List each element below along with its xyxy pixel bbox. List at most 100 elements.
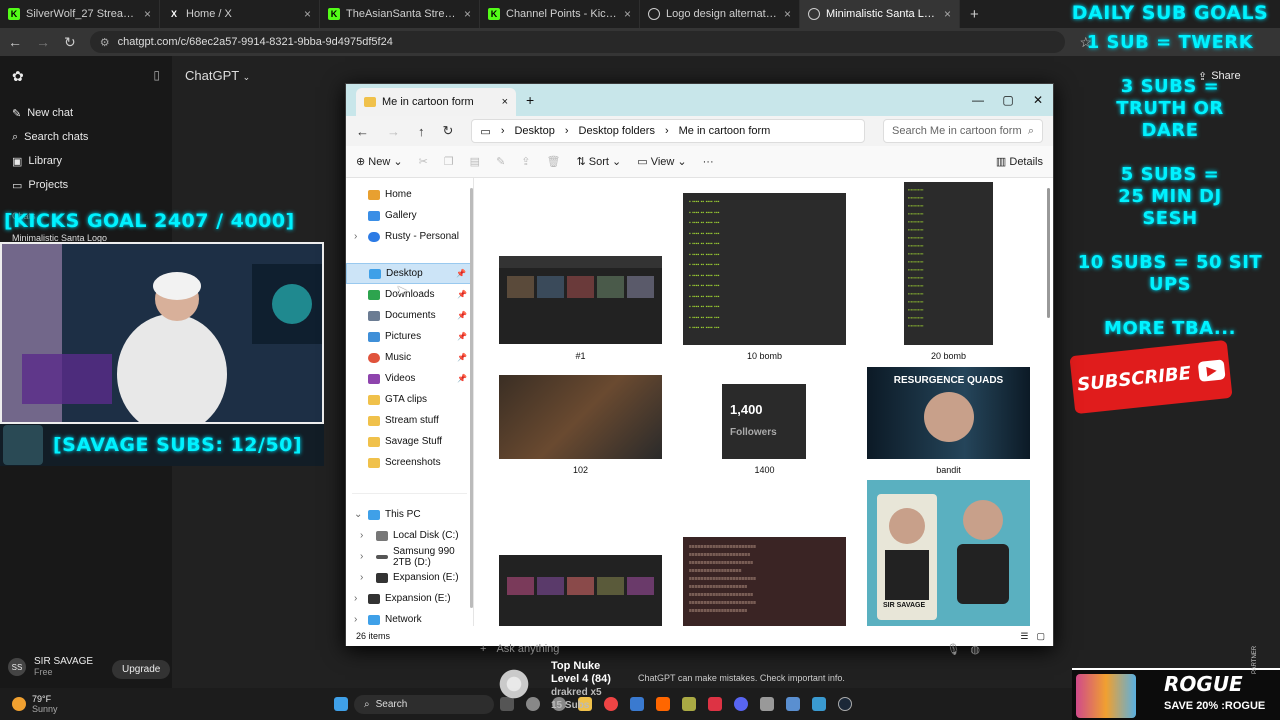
taskbar-search[interactable]: ⌕ Search (354, 694, 494, 714)
pin-icon[interactable]: 📌 (457, 311, 467, 320)
file-thumbnail[interactable]: ▪▪▪▪▪▪▪▪▪▪▪ ▪▪▪▪▪▪▪▪▪▪▪ ▪▪▪▪▪▪▪▪▪▪▪ ▪▪▪▪▪▪▪… (904, 182, 993, 345)
maximize-icon[interactable]: ▢ (993, 93, 1023, 107)
voice-mode-icon[interactable]: ◍ (970, 643, 980, 656)
plus-icon[interactable]: + (480, 643, 486, 655)
nav-item-drive[interactable]: › Local Disk (C:) (346, 525, 473, 546)
pin-icon[interactable]: 📌 (457, 353, 467, 362)
steam-icon[interactable] (838, 697, 852, 711)
nav-item-downloads[interactable]: Downloads 📌 (346, 284, 473, 305)
list-view-icon[interactable]: ☰ (1020, 631, 1028, 642)
browser-tab[interactable]: KSilverWolf_27 Stream - Watch L× (0, 0, 160, 28)
app-icon[interactable] (630, 697, 644, 711)
chevron-right-icon[interactable]: › (354, 231, 357, 242)
app-icon[interactable] (708, 697, 722, 711)
breadcrumb-item[interactable]: Me in cartoon form (679, 125, 771, 137)
rename-icon[interactable]: ✎ (496, 155, 505, 168)
details-button[interactable]: ▥ Details (996, 155, 1043, 168)
pin-icon[interactable]: 📌 (457, 332, 467, 341)
openai-logo-icon[interactable]: ✿ (12, 68, 24, 85)
app-icon[interactable] (760, 697, 774, 711)
file-thumbnail[interactable]: SIR SAVAGE (867, 480, 1030, 626)
view-button[interactable]: ▭ View ⌄ (637, 155, 686, 168)
file-thumbnail[interactable]: RESURGENCE QUADS (867, 367, 1030, 459)
nav-item-drive[interactable]: › Expansion (E:) (346, 567, 473, 588)
file-thumbnail[interactable]: 1,400 Followers (722, 384, 806, 459)
app-icon[interactable] (812, 697, 826, 711)
nav-item-desktop[interactable]: Desktop 📌 (346, 263, 473, 284)
nav-pane-scrollbar[interactable] (470, 188, 473, 608)
pin-icon[interactable]: 📌 (456, 269, 466, 278)
refresh-icon[interactable]: ↻ (443, 123, 454, 139)
upgrade-button[interactable]: Upgrade (112, 660, 171, 679)
nav-item-folder[interactable]: Savage Stuff (346, 431, 473, 452)
file-thumbnail[interactable] (499, 555, 662, 626)
nav-item-gallery[interactable]: Gallery (346, 205, 473, 226)
nav-item-drive[interactable]: › Expansion (E:) (346, 588, 473, 609)
copy-icon[interactable]: ❐ (444, 155, 454, 168)
paste-icon[interactable]: ▤ (470, 155, 480, 168)
user-profile[interactable]: SS SIR SAVAGE Free (8, 656, 93, 678)
chevron-right-icon[interactable]: › (360, 572, 363, 583)
app-icon[interactable] (786, 697, 800, 711)
close-tab-icon[interactable]: × (944, 7, 951, 21)
nav-item-onedrive[interactable]: › Rusty - Personal (346, 226, 473, 247)
close-tab-icon[interactable]: × (304, 7, 311, 21)
nav-item-home[interactable]: Home (346, 184, 473, 205)
model-selector[interactable]: ChatGPT ⌄ (185, 68, 250, 83)
sort-button[interactable]: ⇅ Sort ⌄ (576, 155, 621, 168)
up-icon[interactable]: ↑ (418, 124, 425, 139)
search-input[interactable]: Search Me in cartoon form ⌕ (883, 119, 1043, 143)
browser-tab[interactable]: Logo design alternatives × (640, 0, 800, 28)
nav-item-folder[interactable]: Stream stuff (346, 410, 473, 431)
nav-item-music[interactable]: Music 📌 (346, 347, 473, 368)
file-thumbnail[interactable] (499, 375, 662, 459)
weather-widget[interactable]: 79°F Sunny (12, 694, 312, 714)
close-tab-icon[interactable]: × (464, 7, 471, 21)
search-chats-button[interactable]: ⌕ Search chats (0, 125, 172, 149)
soundcloud-icon[interactable] (656, 697, 670, 711)
pin-icon[interactable]: 📌 (457, 290, 467, 299)
content-scrollbar[interactable] (1047, 188, 1050, 318)
app-icon[interactable] (682, 697, 696, 711)
chevron-right-icon[interactable]: › (360, 551, 363, 562)
url-field[interactable]: ⚙ chatgpt.com/c/68ec2a57-9914-8321-9bba-… (89, 31, 1066, 53)
new-button[interactable]: ⊕ New ⌄ (356, 155, 403, 168)
close-window-icon[interactable]: ✕ (1023, 93, 1053, 107)
chevron-down-icon[interactable]: ⌄ (354, 509, 362, 520)
browser-tab[interactable]: KChannel Points - Kick Dashboar× (480, 0, 640, 28)
more-options-icon[interactable]: ··· (703, 156, 714, 168)
projects-button[interactable]: ▭ Projects (0, 173, 172, 197)
nav-item-videos[interactable]: Videos 📌 (346, 368, 473, 389)
forward-icon[interactable]: → (387, 124, 400, 139)
file-thumbnail[interactable] (499, 256, 662, 344)
forward-icon[interactable]: → (36, 34, 50, 50)
tile-view-icon[interactable]: ▢ (1036, 631, 1045, 642)
nav-item-this-pc[interactable]: ⌄ This PC (346, 504, 473, 525)
reload-icon[interactable]: ↻ (64, 34, 76, 51)
windows-start-icon[interactable] (334, 697, 348, 711)
minimize-icon[interactable]: — (963, 93, 993, 107)
library-button[interactable]: ▣ Library (0, 149, 172, 173)
breadcrumb[interactable]: ▭ › Desktop › Desktop folders › Me in carto… (471, 119, 865, 143)
new-tab-button[interactable]: + (960, 6, 989, 23)
browser-tab-active[interactable]: Minimalistic Santa Logo × (800, 0, 960, 28)
close-tab-icon[interactable]: × (502, 96, 508, 108)
nav-item-folder[interactable]: GTA clips (346, 389, 473, 410)
nav-item-pictures[interactable]: Pictures 📌 (346, 326, 473, 347)
new-tab-button[interactable]: + (526, 92, 534, 108)
browser-tab[interactable]: KTheAsianSanta Stream - Watch× (320, 0, 480, 28)
pin-icon[interactable]: 📌 (457, 374, 467, 383)
chevron-right-icon[interactable]: › (354, 593, 357, 604)
toggle-sidebar-icon[interactable]: ▯ (153, 68, 160, 85)
back-icon[interactable]: ← (356, 124, 369, 139)
close-tab-icon[interactable]: × (624, 7, 631, 21)
close-tab-icon[interactable]: × (784, 7, 791, 21)
chevron-right-icon[interactable]: › (354, 614, 357, 625)
discord-icon[interactable] (734, 697, 748, 711)
file-thumbnail[interactable]: ▪ ▪▪▪▪ ▪▪ ▪▪▪▪ ▪▪▪ ▪ ▪▪▪▪ ▪▪ ▪▪▪▪ ▪▪▪ ▪ ▪▪… (683, 193, 846, 345)
browser-tab[interactable]: X Home / X × (160, 0, 320, 28)
prompt-input[interactable]: + Ask anything 🎙 ◍ (480, 638, 980, 660)
file-thumbnail[interactable]: ≡≡≡≡≡≡≡≡≡≡≡≡≡≡≡≡≡≡≡≡≡≡≡ ≡≡≡≡≡≡≡≡≡≡≡≡≡≡≡≡≡… (683, 537, 846, 626)
explorer-tab[interactable]: Me in cartoon form × (356, 88, 516, 116)
new-chat-button[interactable]: ✎ New chat (0, 101, 172, 125)
